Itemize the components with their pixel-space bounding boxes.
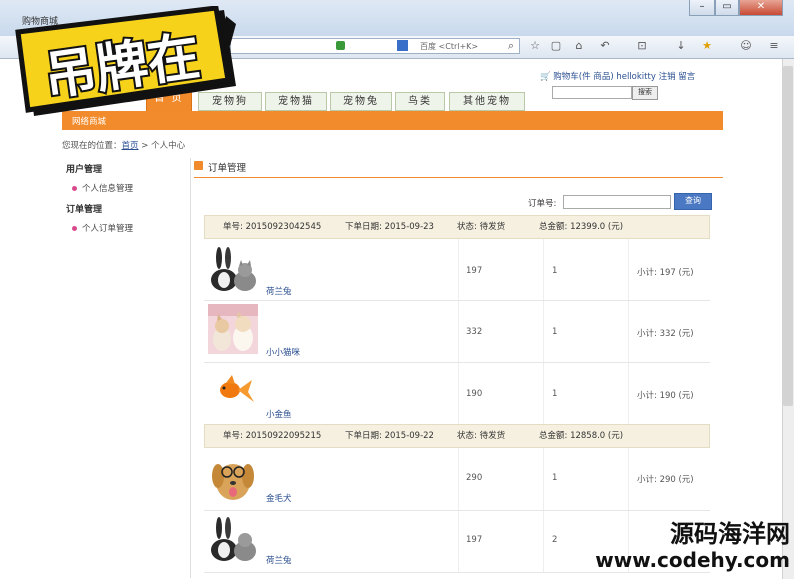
message-link[interactable]: 留言 — [678, 72, 695, 82]
product-price: 290 — [466, 473, 483, 483]
product-qty: 2 — [552, 535, 558, 545]
product-thumb-rabbit[interactable] — [208, 244, 258, 294]
product-subtotal: 小计: 332 (元) — [637, 329, 694, 339]
order-header: 单号: 20150922095215 下单日期: 2015-09-22 状态: … — [204, 424, 710, 448]
top-links: 🛒 购物车(件 商品) hellokitty 注销 留言 — [540, 70, 695, 82]
cart-icon: 🛒 — [540, 72, 551, 82]
product-qty: 1 — [552, 327, 558, 337]
tab-birds[interactable]: 鸟类 — [395, 92, 445, 111]
logout-link[interactable]: 注销 — [659, 72, 676, 82]
product-price: 332 — [466, 327, 483, 337]
star-icon[interactable]: ☆ — [527, 38, 543, 54]
product-subtotal: 小计: 197 (元) — [637, 268, 694, 278]
site-search-button[interactable]: 搜索 — [632, 86, 658, 100]
crop-icon[interactable]: ⊡ — [634, 38, 650, 54]
menu-item-orders[interactable]: 个人订单管理 — [72, 222, 133, 234]
tab-cats[interactable]: 宠物猫 — [265, 92, 327, 111]
page-area — [0, 59, 782, 579]
search-engine-hint: 百度 <Ctrl+K> — [420, 42, 479, 51]
tab-rabbits[interactable]: 宠物兔 — [330, 92, 392, 111]
product-price: 197 — [466, 535, 483, 545]
menu-divider — [190, 158, 191, 578]
search-icon[interactable]: ⌕ — [503, 38, 519, 54]
order-header: 单号: 20150923042545 下单日期: 2015-09-23 状态: … — [204, 215, 710, 239]
product-price: 190 — [466, 389, 483, 399]
row-divider — [204, 300, 710, 301]
product-name[interactable]: 荷兰兔 — [266, 285, 292, 297]
tab-other-pets[interactable]: 其他宠物 — [449, 92, 525, 111]
product-thumb-kittens[interactable] — [208, 304, 258, 354]
product-qty: 1 — [552, 389, 558, 399]
order-number-label: 订单号: — [528, 199, 557, 209]
order-number-input[interactable] — [563, 195, 671, 209]
menu-user-head: 用户管理 — [66, 165, 103, 175]
close-window-button[interactable]: ✕ — [739, 0, 783, 16]
product-name[interactable]: 小小猫咪 — [266, 346, 300, 358]
product-qty: 1 — [552, 473, 558, 483]
row-divider — [204, 510, 710, 511]
product-subtotal: 小计: 190 (元) — [637, 391, 694, 401]
menu-order-head: 订单管理 — [66, 205, 103, 215]
menu-item-user-info[interactable]: 个人信息管理 — [72, 182, 133, 194]
order-total: 总金额: 12399.0 (元) — [539, 222, 624, 232]
title-underline — [194, 177, 723, 178]
watermark-banner-logo: 吊牌在 — [10, 5, 238, 118]
bullet-icon — [72, 226, 77, 231]
breadcrumb-sep: > — [138, 141, 152, 151]
product-subtotal: 小计: 290 (元) — [637, 475, 694, 485]
order-id: 单号: 20150922095215 — [223, 431, 322, 441]
security-icon — [336, 41, 345, 50]
order-status: 状态: 待发货 — [457, 431, 506, 441]
order-id: 单号: 20150923042545 — [223, 222, 322, 232]
product-name[interactable]: 荷兰兔 — [266, 554, 292, 566]
minimize-button[interactable]: – — [689, 0, 715, 16]
maximize-button[interactable]: ▭ — [715, 0, 739, 16]
undo-icon[interactable]: ↶ — [597, 38, 613, 54]
addon-star-icon[interactable]: ★ — [699, 38, 715, 54]
breadcrumb-home[interactable]: 首页 — [122, 141, 139, 151]
order-icon — [194, 161, 203, 170]
main-title: 订单管理 — [208, 163, 247, 174]
clipboard-icon[interactable]: ▢ — [548, 38, 564, 54]
product-price: 197 — [466, 266, 483, 276]
user-link[interactable]: hellokitty — [616, 72, 656, 82]
col-divider — [628, 239, 629, 424]
col-divider — [543, 239, 544, 424]
home-icon[interactable]: ⌂ — [571, 38, 587, 54]
product-thumb-rabbit[interactable] — [208, 514, 258, 564]
baidu-icon — [397, 40, 408, 51]
breadcrumb-prefix: 您现在的位置： — [62, 141, 122, 151]
order-query-button[interactable]: 查询 — [674, 193, 712, 210]
col-divider — [458, 239, 459, 424]
breadcrumb: 您现在的位置：首页 > 个人中心 — [62, 139, 185, 151]
menu-icon[interactable]: ≡ — [766, 38, 782, 54]
download-icon[interactable]: ↓ — [673, 38, 689, 54]
watermark-site-name: 源码海洋网 — [670, 520, 790, 548]
product-thumb-dog[interactable] — [208, 452, 258, 502]
product-thumb-goldfish[interactable] — [208, 366, 258, 416]
watermark-site-url: www.codehy.com — [595, 548, 790, 572]
order-status: 状态: 待发货 — [457, 222, 506, 232]
bullet-icon — [72, 186, 77, 191]
watermark-site: 源码海洋网 www.codehy.com — [590, 520, 790, 575]
cart-link[interactable]: 购物车(件 商品) — [553, 72, 613, 82]
product-name[interactable]: 小金鱼 — [266, 408, 292, 420]
scrollbar-thumb[interactable] — [783, 66, 793, 406]
site-search-input[interactable] — [552, 86, 632, 99]
breadcrumb-current: 个人中心 — [151, 141, 186, 151]
product-qty: 1 — [552, 266, 558, 276]
product-name[interactable]: 金毛犬 — [266, 492, 292, 504]
order-date: 下单日期: 2015-09-23 — [345, 222, 434, 232]
order-total: 总金额: 12858.0 (元) — [539, 431, 624, 441]
row-divider — [204, 362, 710, 363]
order-date: 下单日期: 2015-09-22 — [345, 431, 434, 441]
smiley-icon[interactable]: ☺ — [738, 38, 754, 54]
